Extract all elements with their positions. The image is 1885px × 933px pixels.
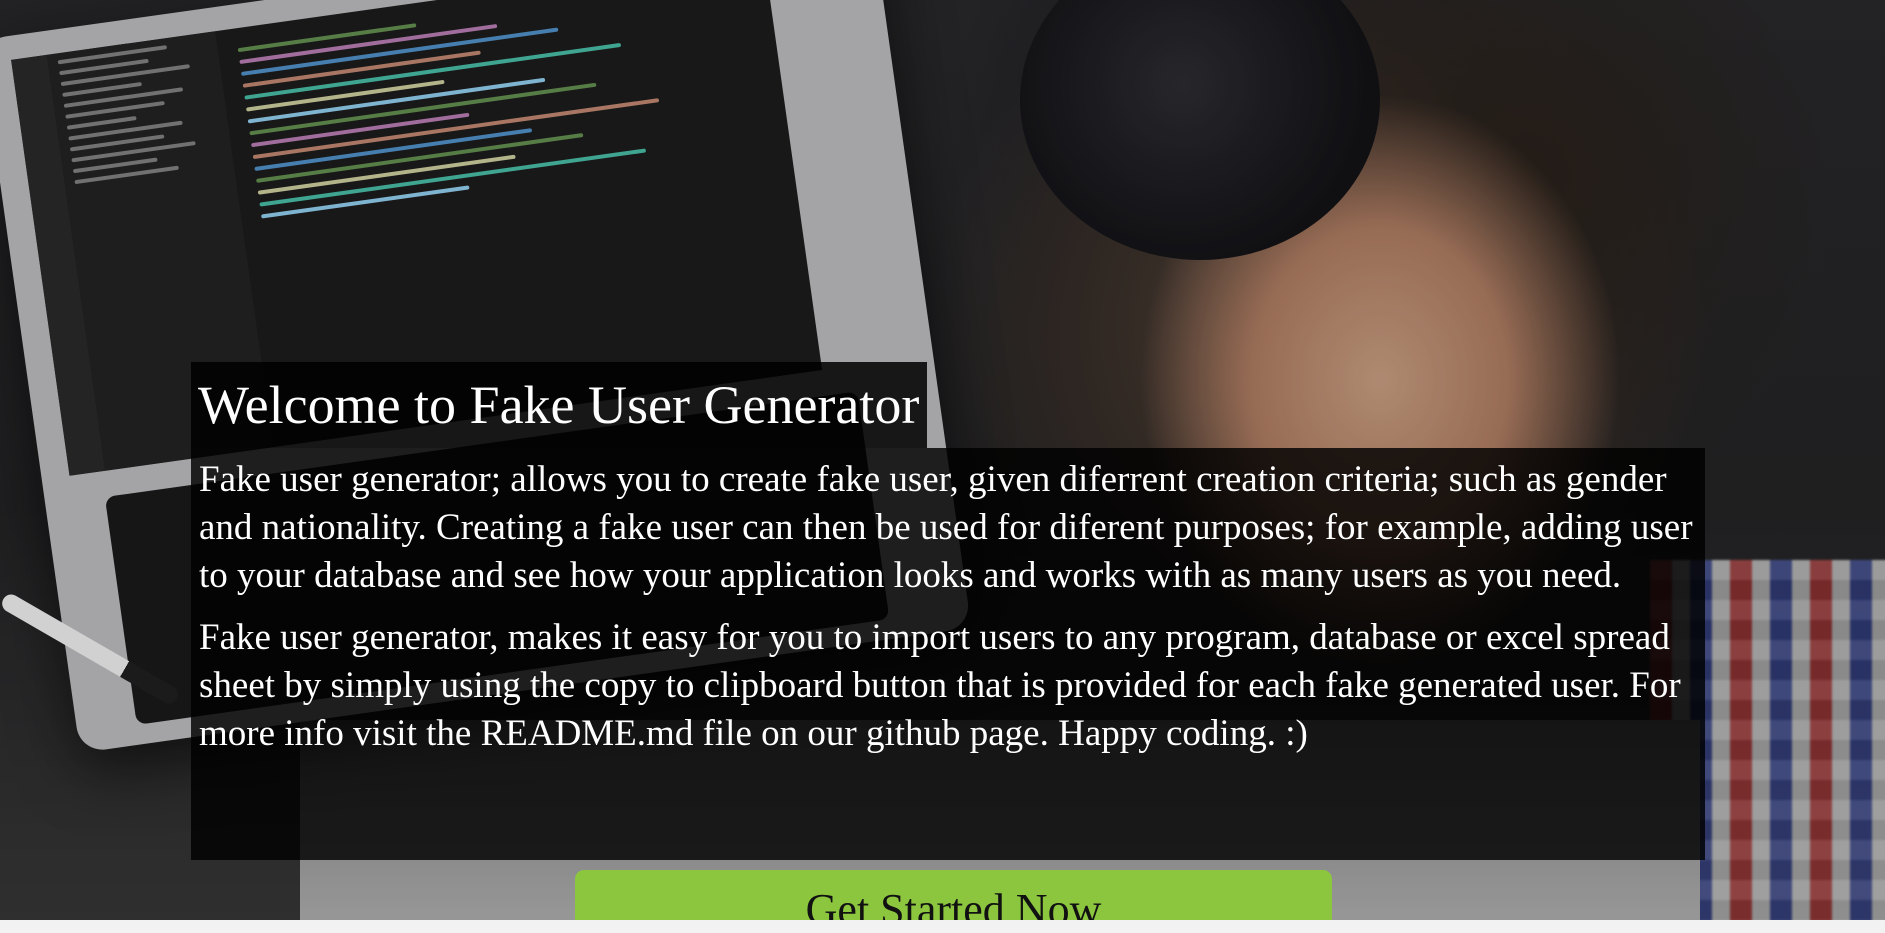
hero-section: Welcome to Fake User Generator Fake user…: [0, 0, 1885, 920]
description-box: Fake user generator; allows you to creat…: [191, 448, 1705, 860]
title-box: Welcome to Fake User Generator: [191, 362, 928, 448]
get-started-button[interactable]: Get Started Now: [575, 870, 1332, 920]
page-title: Welcome to Fake User Generator: [198, 375, 920, 435]
description-paragraph-2: Fake user generator, makes it easy for y…: [199, 617, 1681, 754]
description-paragraph-1: Fake user generator; allows you to creat…: [199, 459, 1693, 596]
